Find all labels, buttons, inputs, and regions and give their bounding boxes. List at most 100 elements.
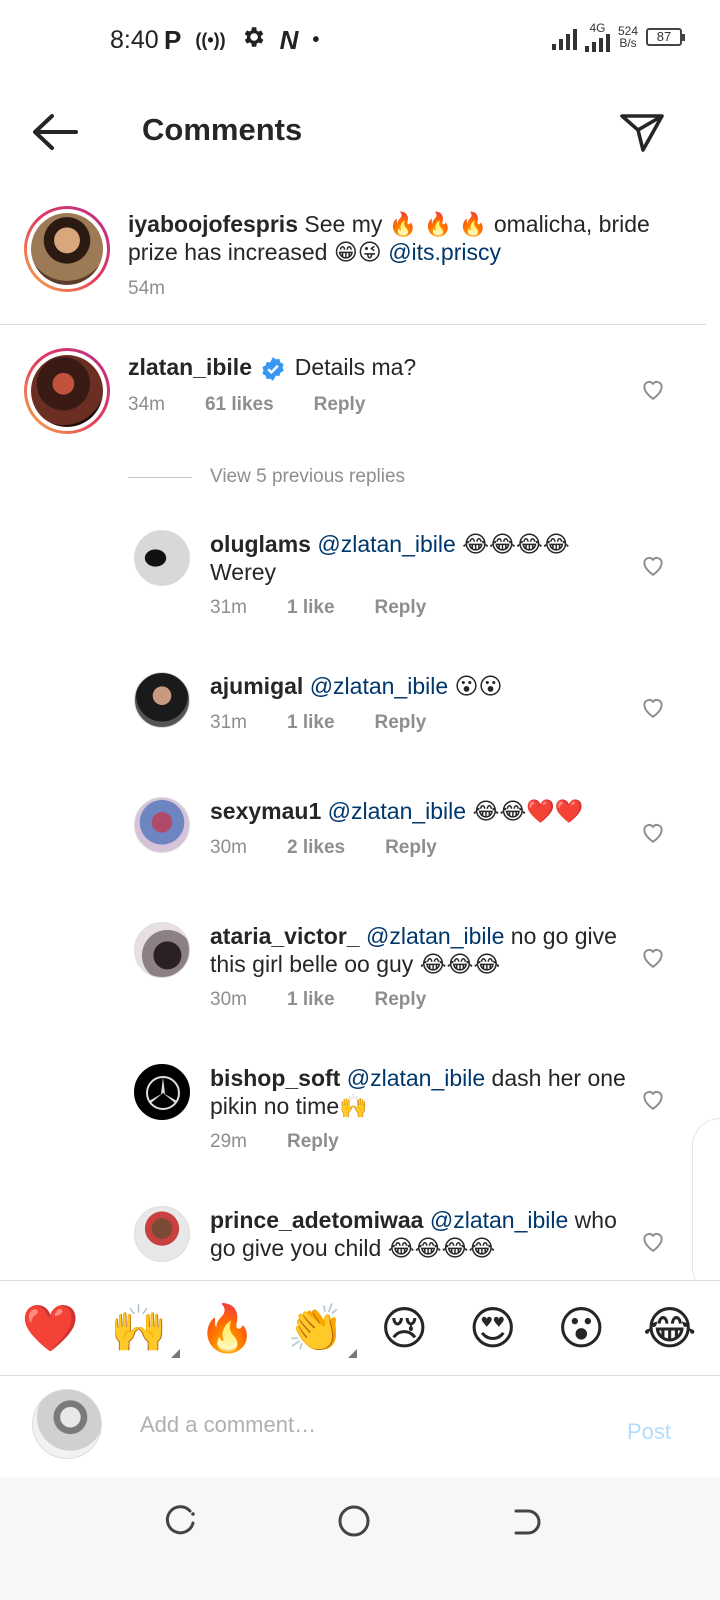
direct-send-icon[interactable] [616, 106, 668, 158]
dot-icon: • [312, 29, 320, 51]
emoji-crying[interactable]: 😢 [369, 1300, 439, 1356]
reply-text: ajumigal @zlatan_ibile 😮😮 [210, 672, 630, 700]
network-speed: 524 B/s [617, 24, 638, 50]
comment-body: Details ma? [294, 354, 417, 380]
reply-text: oluglams @zlatan_ibile 😂😂😂😂 Werey [210, 530, 630, 586]
signal-icon-2 [584, 34, 610, 52]
divider [0, 324, 706, 325]
reply-time: 30m [210, 837, 247, 858]
status-right: 4G 524 B/s 87 [551, 22, 685, 52]
view-previous-replies[interactable]: View 5 previous replies [128, 466, 405, 488]
avatar[interactable] [134, 530, 190, 586]
reply-button[interactable]: Reply [375, 712, 427, 734]
reply-likes[interactable]: 1 like [287, 597, 335, 619]
avatar[interactable] [24, 348, 110, 434]
emoji-fire[interactable]: 🔥 [192, 1300, 262, 1356]
edge-panel-handle[interactable] [692, 1118, 720, 1296]
heart-icon[interactable] [640, 694, 666, 720]
caption-meta: 54m [128, 278, 165, 300]
status-bar: 8:40 P ((•)) N • 4G 524 B/s 87 [0, 0, 720, 80]
reply-meta: 30m 2 likes Reply [210, 837, 437, 859]
reply-body: 😮😮 [448, 673, 503, 699]
reply-mention[interactable]: @zlatan_ibile [347, 1065, 485, 1091]
comment-time: 34m [128, 394, 165, 415]
avatar[interactable] [134, 797, 190, 853]
verified-badge-icon [262, 357, 284, 381]
mercedes-logo-icon [146, 1076, 180, 1110]
heart-icon[interactable] [640, 819, 666, 845]
reply-row: oluglams @zlatan_ibile 😂😂😂😂 Werey 31m 1 … [0, 530, 720, 630]
heart-icon[interactable] [640, 944, 666, 970]
home-icon[interactable] [334, 1501, 374, 1541]
reply-row: ataria_victor_ @zlatan_ibile no go give … [0, 922, 720, 1022]
reply-meta: 29m Reply [210, 1131, 339, 1153]
skin-tone-indicator [347, 1349, 357, 1358]
reply-username[interactable]: ataria_victor_ [210, 923, 360, 949]
post-button[interactable]: Post [627, 1419, 671, 1445]
heart-icon[interactable] [640, 376, 666, 402]
reply-button[interactable]: Reply [314, 394, 366, 416]
reply-username[interactable]: bishop_soft [210, 1065, 340, 1091]
reply-button[interactable]: Reply [385, 837, 437, 859]
reply-mention[interactable]: @zlatan_ibile [310, 673, 448, 699]
recents-icon[interactable] [160, 1501, 200, 1541]
heart-icon[interactable] [640, 1228, 666, 1254]
reply-time: 29m [210, 1131, 247, 1152]
avatar[interactable] [134, 1206, 190, 1262]
emoji-surprised[interactable]: 😮 [546, 1300, 616, 1356]
heart-icon[interactable] [640, 552, 666, 578]
reply-meta: 31m 1 like Reply [210, 597, 426, 619]
reply-likes[interactable]: 2 likes [287, 837, 345, 859]
avatar[interactable] [134, 672, 190, 728]
heart-icon[interactable] [640, 1086, 666, 1112]
reply-row: bishop_soft @zlatan_ibile dash her one p… [0, 1064, 720, 1164]
reply-text: ataria_victor_ @zlatan_ibile no go give … [210, 922, 630, 978]
view-previous-label: View 5 previous replies [210, 466, 406, 487]
avatar[interactable] [134, 922, 190, 978]
battery-icon: 87 [646, 28, 685, 46]
reply-username[interactable]: ajumigal [210, 673, 303, 699]
emoji-heart[interactable]: ❤️ [15, 1300, 85, 1356]
comment-input-bar: Post [0, 1377, 720, 1477]
back-nav-icon[interactable] [506, 1501, 546, 1541]
emoji-heart-eyes[interactable]: 😍 [458, 1300, 528, 1356]
reply-mention[interactable]: @zlatan_ibile [366, 923, 504, 949]
network-type: 4G [584, 22, 610, 52]
reply-mention[interactable]: @zlatan_ibile [328, 798, 466, 824]
reply-likes[interactable]: 1 like [287, 989, 335, 1011]
reply-meta: 31m 1 like Reply [210, 712, 426, 734]
reply-button[interactable]: Reply [287, 1131, 339, 1153]
reply-mention[interactable]: @zlatan_ibile [317, 531, 455, 557]
back-arrow-icon[interactable] [28, 110, 80, 154]
page-title: Comments [142, 112, 303, 147]
reply-text: sexymau1 @zlatan_ibile 😂😂❤️❤️ [210, 797, 630, 825]
comment-likes[interactable]: 61 likes [205, 394, 274, 416]
avatar[interactable] [24, 206, 110, 292]
reply-row: sexymau1 @zlatan_ibile 😂😂❤️❤️ 30m 2 like… [0, 797, 720, 877]
reply-text: bishop_soft @zlatan_ibile dash her one p… [210, 1064, 630, 1120]
reply-button[interactable]: Reply [375, 597, 427, 619]
emoji-bar: ❤️ 🙌 🔥 👏 😢 😍 😮 😂 [0, 1280, 720, 1376]
reply-likes[interactable]: 1 like [287, 712, 335, 734]
skin-tone-indicator [170, 1349, 180, 1358]
reply-username[interactable]: oluglams [210, 531, 311, 557]
reply-row: prince_adetomiwaa @zlatan_ibile who go g… [0, 1206, 720, 1280]
reply-button[interactable]: Reply [375, 989, 427, 1011]
caption-username[interactable]: iyaboojofespris [128, 211, 298, 237]
reply-row: ajumigal @zlatan_ibile 😮😮 31m 1 like Rep… [0, 672, 720, 752]
gear-icon [240, 24, 266, 57]
reply-mention[interactable]: @zlatan_ibile [430, 1207, 568, 1233]
emoji-clapping[interactable]: 👏 [281, 1300, 357, 1358]
emoji-laughing[interactable]: 😂 [635, 1300, 705, 1356]
emoji-raised-hands[interactable]: 🙌 [104, 1300, 180, 1358]
status-time: 8:40 [110, 26, 159, 54]
status-left-icons: P ((•)) N • [164, 24, 319, 57]
caption-mention[interactable]: @its.priscy [388, 239, 501, 265]
avatar[interactable] [134, 1064, 190, 1120]
comment-input[interactable] [140, 1405, 580, 1445]
reply-body: 😂😂❤️❤️ [466, 798, 584, 824]
reply-username[interactable]: sexymau1 [210, 798, 321, 824]
reply-username[interactable]: prince_adetomiwaa [210, 1207, 423, 1233]
n-app-icon: N [279, 25, 299, 55]
comment-username[interactable]: zlatan_ibile [128, 354, 252, 380]
